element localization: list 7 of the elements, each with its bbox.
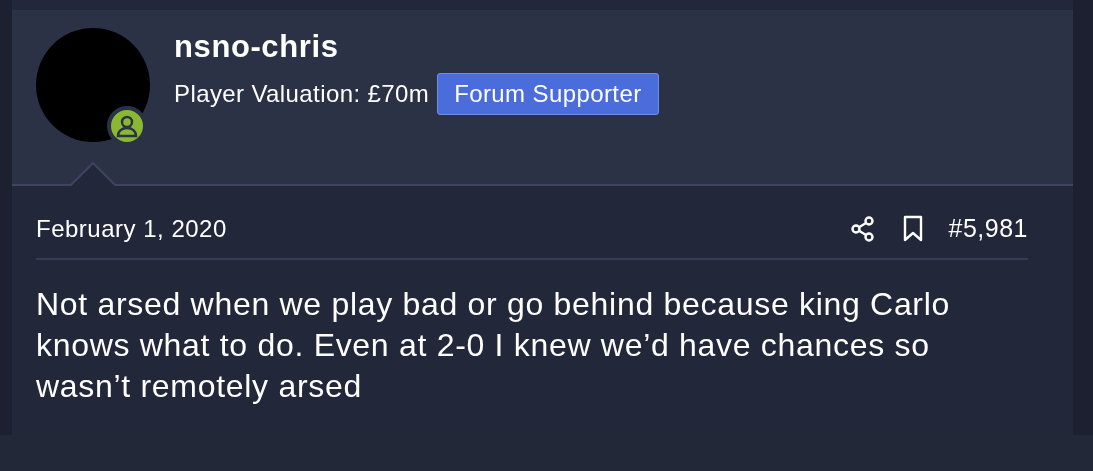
post-date-link[interactable]: February 1, 2020	[36, 210, 227, 247]
post-message: Not arsed when we play bad or go behind because king Carlo knows what to do. Even at 2-0 I knew we’d have chances so wasn’t remotely arsed	[36, 284, 952, 406]
username-link[interactable]: nsno-chris	[174, 28, 659, 66]
user-title-badge: Forum Supporter	[437, 73, 659, 116]
post-number-link[interactable]: #5,981	[948, 210, 1028, 248]
share-icon[interactable]	[848, 214, 877, 243]
player-valuation: Player Valuation: £70m	[174, 79, 430, 110]
